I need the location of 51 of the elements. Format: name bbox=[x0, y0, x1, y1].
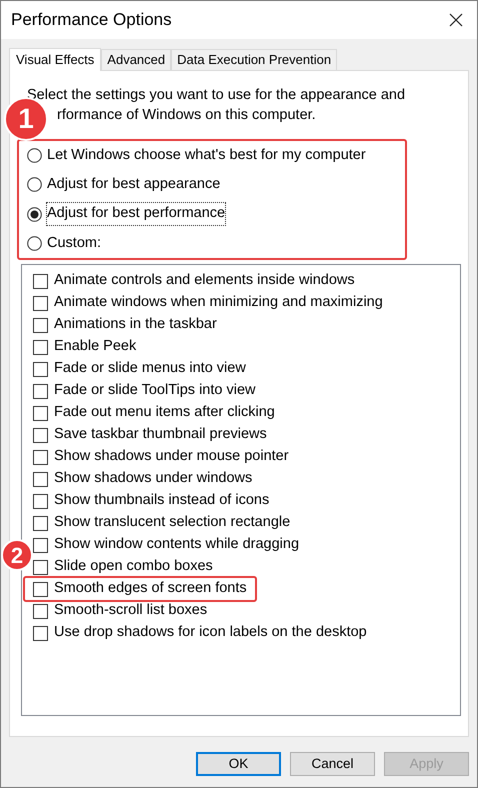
effect-label: Fade out menu items after clicking bbox=[54, 403, 275, 422]
option-label[interactable]: Let Windows choose what's best for my computer bbox=[46, 144, 367, 168]
option-label[interactable]: Adjust for best appearance bbox=[46, 173, 222, 197]
checkbox[interactable] bbox=[33, 362, 48, 376]
window-title: Performance Options bbox=[11, 9, 172, 32]
checkbox[interactable] bbox=[33, 516, 48, 530]
effect-label: Smooth-scroll list boxes bbox=[54, 601, 208, 620]
checkbox[interactable] bbox=[33, 494, 48, 508]
dialog-button[interactable]: OK bbox=[196, 752, 281, 776]
effect-label: Show translucent selection rectangle bbox=[54, 513, 290, 532]
checkbox[interactable] bbox=[33, 318, 48, 332]
checkbox[interactable] bbox=[33, 384, 48, 398]
effect-label: Show window contents while dragging bbox=[54, 535, 300, 554]
checkbox[interactable] bbox=[33, 274, 48, 288]
effect-label: Animate controls and elements inside windows bbox=[54, 271, 355, 290]
step-badge: 2 bbox=[1, 539, 33, 571]
effect-label: Use drop shadows for icon labels on the desktop bbox=[54, 623, 367, 642]
checkbox[interactable] bbox=[33, 472, 48, 486]
description-text: rformance of Windows on this computer. bbox=[57, 107, 316, 123]
radio-button[interactable] bbox=[27, 236, 42, 251]
checkbox[interactable] bbox=[33, 582, 48, 596]
effect-label: Fade or slide ToolTips into view bbox=[54, 381, 256, 400]
checkbox[interactable] bbox=[33, 428, 48, 442]
option-label[interactable]: Custom: bbox=[46, 232, 102, 256]
checkbox[interactable] bbox=[33, 538, 48, 552]
effect-label: Fade or slide menus into view bbox=[54, 359, 246, 378]
effect-label: Show shadows under windows bbox=[54, 469, 252, 488]
effect-label: Enable Peek bbox=[54, 337, 136, 356]
radio-button[interactable] bbox=[27, 206, 42, 222]
dialog-button[interactable]: Cancel bbox=[290, 752, 375, 776]
radio-button[interactable] bbox=[27, 148, 42, 164]
checkbox[interactable] bbox=[33, 296, 48, 310]
effect-label: Smooth edges of screen fonts bbox=[54, 579, 247, 598]
radio-button[interactable] bbox=[27, 177, 42, 192]
checkbox[interactable] bbox=[33, 560, 48, 574]
effect-label: Show shadows under mouse pointer bbox=[54, 447, 289, 466]
effect-label: Animate windows when minimizing and maximizing bbox=[54, 293, 383, 312]
checkbox[interactable] bbox=[33, 450, 48, 464]
tab[interactable]: Data Execution Prevention bbox=[171, 49, 338, 70]
effect-label: Save taskbar thumbnail previews bbox=[54, 425, 267, 444]
close-icon[interactable] bbox=[449, 13, 463, 27]
checkbox[interactable] bbox=[33, 604, 48, 618]
tab[interactable]: Advanced bbox=[101, 49, 172, 70]
effect-label: Slide open combo boxes bbox=[54, 557, 213, 576]
effect-label: Show thumbnails instead of icons bbox=[54, 491, 270, 510]
checkbox[interactable] bbox=[33, 626, 48, 640]
tab[interactable]: Visual Effects bbox=[9, 48, 102, 71]
option-label[interactable]: Adjust for best performance bbox=[46, 202, 226, 226]
effect-label: Animations in the taskbar bbox=[54, 315, 217, 334]
checkbox[interactable] bbox=[33, 340, 48, 354]
checkbox[interactable] bbox=[33, 406, 48, 420]
